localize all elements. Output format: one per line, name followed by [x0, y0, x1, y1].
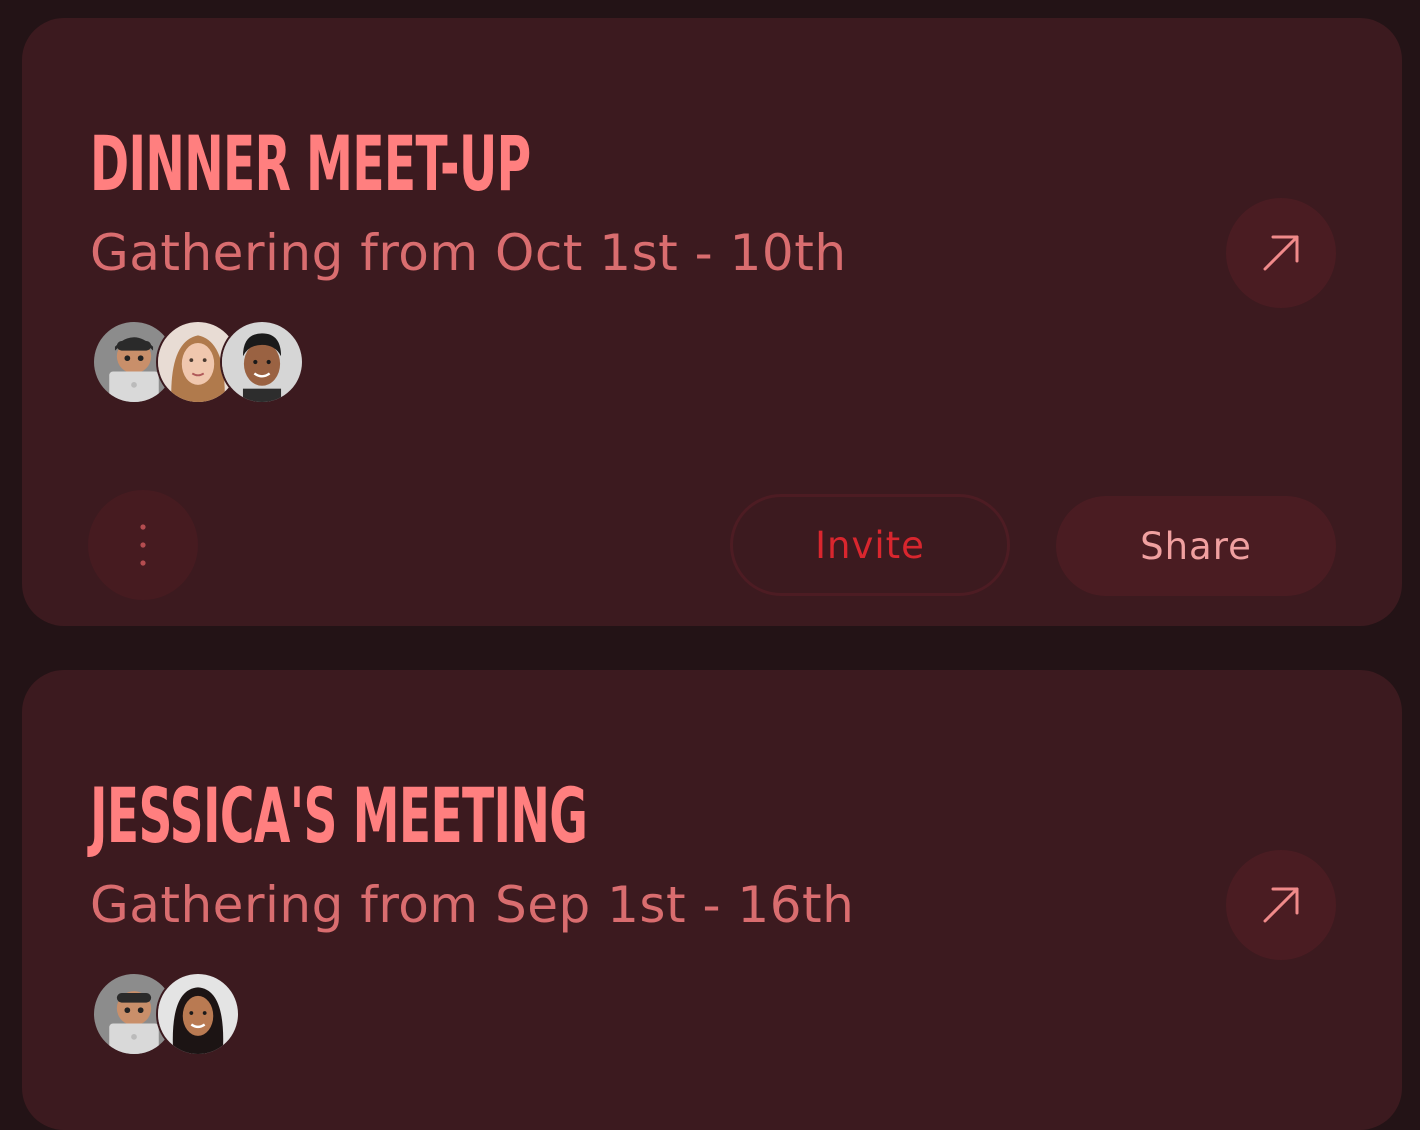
event-title: DINNER MEET-UP — [90, 119, 531, 208]
event-date-range: Gathering from Sep 1st - 16th — [90, 876, 855, 934]
event-card[interactable]: JESSICA'S MEETING Gathering from Sep 1st… — [22, 670, 1402, 1130]
attendee-avatars — [92, 320, 304, 406]
more-options-button[interactable] — [88, 490, 198, 600]
woman-dark-hair-avatar — [158, 974, 238, 1054]
avatar — [156, 972, 240, 1056]
arrow-up-right-icon — [1263, 887, 1299, 923]
open-event-button[interactable] — [1226, 198, 1336, 308]
avatar — [220, 320, 304, 404]
open-event-button[interactable] — [1226, 850, 1336, 960]
arrow-up-right-icon — [1263, 235, 1299, 271]
vertical-dots-icon — [140, 524, 146, 566]
invite-button[interactable]: Invite — [730, 494, 1010, 596]
event-card[interactable]: DINNER MEET-UP Gathering from Oct 1st - … — [22, 18, 1402, 626]
share-button[interactable]: Share — [1056, 496, 1336, 596]
event-title: JESSICA'S MEETING — [90, 771, 588, 860]
man-dark-hair-avatar — [222, 322, 302, 402]
event-date-range: Gathering from Oct 1st - 10th — [90, 224, 847, 282]
attendee-avatars — [92, 972, 240, 1058]
